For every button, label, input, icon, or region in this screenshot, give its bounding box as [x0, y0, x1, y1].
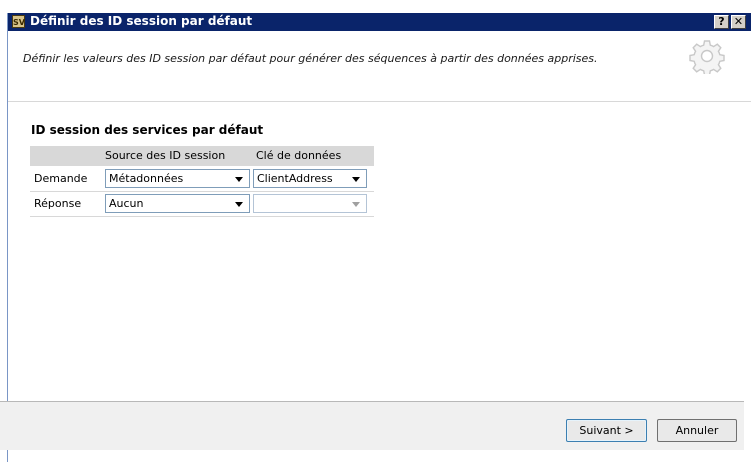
- page-description: Définir les valeurs des ID session par d…: [23, 52, 598, 65]
- section-title: ID session des services par défaut: [31, 123, 264, 137]
- title-bar[interactable]: SV Définir des ID session par défaut ? ✕: [8, 13, 751, 31]
- grid-row-demande: Demande Métadonnées ClientAddress: [30, 167, 374, 192]
- wizard-footer: Suivant > Annuler: [0, 401, 744, 450]
- chevron-down-icon: [352, 202, 360, 207]
- source-value-demande: Métadonnées: [109, 172, 184, 185]
- dialog-window: SV Définir des ID session par défaut ? ✕: [7, 13, 751, 462]
- column-header-key: Clé de données: [256, 149, 342, 162]
- key-value-demande: ClientAddress: [257, 172, 333, 185]
- column-header-source: Source des ID session: [105, 149, 226, 162]
- row-label-demande: Demande: [34, 172, 88, 185]
- cancel-button[interactable]: Annuler: [657, 419, 737, 442]
- window-title: Définir des ID session par défaut: [30, 14, 253, 28]
- app-icon: SV: [12, 15, 25, 28]
- help-button[interactable]: ?: [714, 15, 729, 29]
- chevron-down-icon: [235, 202, 243, 207]
- close-button[interactable]: ✕: [731, 15, 746, 29]
- chevron-down-icon: [352, 177, 360, 182]
- key-select-demande[interactable]: ClientAddress: [253, 169, 367, 188]
- source-select-reponse[interactable]: Aucun: [105, 194, 250, 213]
- wizard-header: [8, 31, 751, 102]
- next-button[interactable]: Suivant >: [566, 419, 647, 442]
- key-select-reponse[interactable]: [253, 194, 367, 213]
- grid-header: Source des ID session Clé de données: [30, 146, 374, 166]
- grid-row-reponse: Réponse Aucun: [30, 192, 374, 217]
- row-label-reponse: Réponse: [34, 197, 82, 210]
- source-select-demande[interactable]: Métadonnées: [105, 169, 250, 188]
- gear-icon: [689, 40, 725, 74]
- source-value-reponse: Aucun: [109, 197, 144, 210]
- chevron-down-icon: [235, 177, 243, 182]
